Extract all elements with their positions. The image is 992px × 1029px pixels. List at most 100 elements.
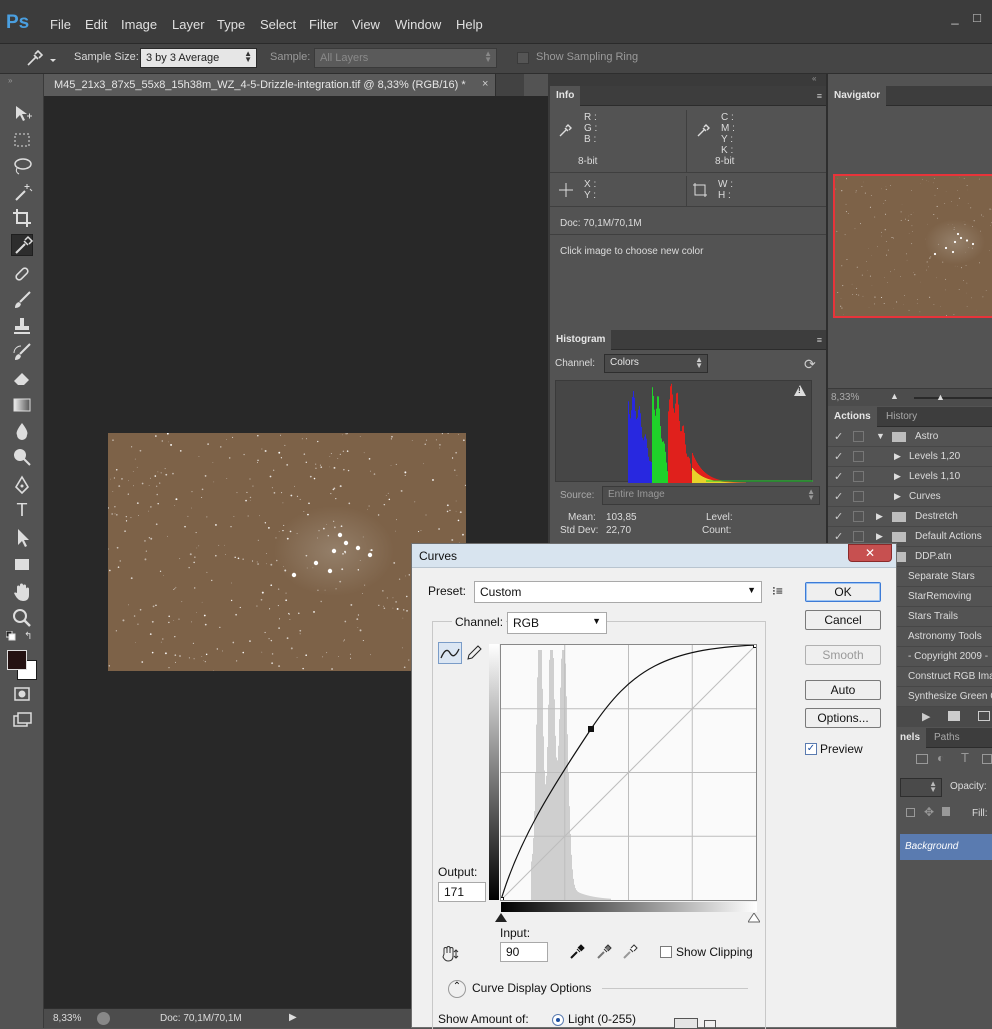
on-image-adjust-icon[interactable] [440, 944, 462, 967]
simple-grid-icon[interactable] [674, 1018, 698, 1029]
tab-paths[interactable]: Paths [928, 728, 966, 748]
histogram-source-select[interactable]: Entire Image ▲▼ [602, 486, 820, 505]
new-action-icon[interactable] [978, 711, 990, 721]
options-button[interactable]: Options... [805, 708, 881, 728]
curve-graph[interactable] [500, 644, 757, 901]
default-colors-icon[interactable] [6, 631, 16, 641]
histogram-channel-select[interactable]: Colors ▲▼ [604, 354, 708, 373]
type-tool-icon[interactable]: T [11, 500, 33, 522]
navigator-view-box[interactable] [833, 174, 992, 318]
menu-layer[interactable]: Layer [172, 17, 205, 32]
lock-pixels-icon[interactable] [906, 808, 915, 817]
minimize-button[interactable]: _ [944, 10, 966, 26]
expand-options-icon[interactable]: ⌃ [448, 980, 466, 998]
zoom-level[interactable]: 8,33% [53, 1013, 81, 1024]
dialog-toggle-icon[interactable] [853, 491, 864, 502]
healing-brush-tool-icon[interactable] [11, 263, 33, 285]
tab-navigator[interactable]: Navigator [828, 86, 886, 106]
magic-wand-tool-icon[interactable] [11, 181, 33, 203]
close-dialog-button[interactable]: ✕ [848, 544, 892, 562]
collapsed-arrow-icon[interactable]: ▶ [894, 451, 901, 462]
preset-options-icon[interactable]: ⁝≡ [772, 584, 783, 598]
dialog-toggle-icon[interactable] [853, 451, 864, 462]
blend-mode-select[interactable]: ▲▼ [900, 778, 942, 797]
action-enabled-icon[interactable]: ✓ [834, 510, 843, 523]
menu-select[interactable]: Select [260, 17, 296, 32]
cancel-button[interactable]: Cancel [805, 610, 881, 630]
filter-icon[interactable] [916, 754, 928, 764]
foreground-color-swatch[interactable] [7, 650, 27, 670]
hand-tool-icon[interactable] [11, 581, 33, 603]
collapsed-arrow-icon[interactable]: ▶ [876, 531, 883, 542]
tab-info[interactable]: Info [550, 86, 580, 106]
menu-filter[interactable]: Filter [309, 17, 338, 32]
action-row[interactable]: ✓▶Destretch [828, 507, 992, 527]
collapsed-arrow-icon[interactable]: ▶ [894, 471, 901, 482]
marquee-tool-icon[interactable] [11, 129, 33, 151]
navigator-zoom[interactable]: 8,33% [831, 392, 859, 403]
preview-checkbox[interactable]: ✓ [805, 743, 817, 755]
pen-tool-icon[interactable] [11, 474, 33, 496]
refresh-icon[interactable]: ⟳ [804, 356, 816, 373]
tab-histogram[interactable]: Histogram [550, 330, 611, 350]
collapsed-arrow-icon[interactable]: ▶ [876, 511, 883, 522]
dialog-toggle-icon[interactable] [853, 531, 864, 542]
panel-menu-icon[interactable]: ≡ [817, 335, 822, 345]
path-selection-tool-icon[interactable] [11, 526, 33, 548]
dialog-toggle-icon[interactable] [853, 511, 864, 522]
eyedropper-preset-icon[interactable] [24, 49, 58, 72]
maximize-button[interactable]: □ [966, 10, 988, 26]
curve-display-options[interactable]: Curve Display Options [472, 981, 591, 995]
output-field[interactable]: 171 [438, 882, 486, 902]
eyedropper-tool-icon[interactable] [11, 234, 33, 256]
crop-tool-icon[interactable] [11, 207, 33, 229]
status-arrow-icon[interactable]: ▶ [289, 1012, 297, 1023]
tab-actions[interactable]: Actions [828, 407, 877, 427]
shape-filter-icon[interactable] [982, 754, 992, 764]
zoom-out-icon[interactable]: ▲ [890, 391, 899, 401]
expanded-arrow-icon[interactable]: ▼ [876, 431, 885, 441]
document-tab[interactable]: M45_21x3_87x5_55x8_15h38m_WZ_4-5-Drizzle… [44, 74, 496, 96]
menu-window[interactable]: Window [395, 17, 441, 32]
action-enabled-icon[interactable]: ✓ [834, 490, 843, 503]
blur-tool-icon[interactable] [11, 420, 33, 442]
swap-colors-icon[interactable]: ↰ [24, 631, 32, 642]
black-point-slider[interactable] [495, 913, 507, 926]
ok-button[interactable]: OK [805, 582, 881, 602]
screen-mode-icon[interactable] [11, 710, 33, 732]
action-row[interactable]: ✓▶Levels 1,20 [828, 447, 992, 467]
folder-icon[interactable] [948, 711, 960, 721]
adjust-icon[interactable]: ◐ [937, 751, 944, 765]
zoom-slider-thumb[interactable]: ▲ [936, 392, 945, 402]
history-brush-tool-icon[interactable] [11, 341, 33, 363]
lock-position-icon[interactable]: ✥ [924, 805, 934, 819]
smooth-button[interactable]: Smooth [805, 645, 881, 665]
rectangle-tool-icon[interactable] [11, 553, 33, 575]
tab-channels[interactable]: nels [894, 728, 926, 748]
action-enabled-icon[interactable]: ✓ [834, 530, 843, 543]
lock-all-icon[interactable] [942, 807, 950, 816]
panel-menu-icon[interactable]: ≡ [817, 91, 822, 101]
white-eyedropper-icon[interactable] [622, 944, 638, 963]
menu-view[interactable]: View [352, 17, 380, 32]
sample-select[interactable]: All Layers ▲▼ [314, 48, 497, 68]
action-row[interactable]: ✓▶Levels 1,10 [828, 467, 992, 487]
show-clipping-checkbox[interactable] [660, 946, 672, 958]
zoom-tool-icon[interactable] [11, 607, 33, 629]
brush-tool-icon[interactable] [11, 289, 33, 311]
menu-edit[interactable]: Edit [85, 17, 107, 32]
layer-row-background[interactable]: Background [900, 834, 992, 860]
action-row[interactable]: ✓▶Curves [828, 487, 992, 507]
stamp-tool-icon[interactable] [11, 315, 33, 337]
channel-select[interactable]: RGB ▼ [507, 612, 607, 634]
action-enabled-icon[interactable]: ✓ [834, 450, 843, 463]
type-filter-icon[interactable]: T [961, 750, 969, 765]
black-eyedropper-icon[interactable] [569, 944, 585, 963]
action-enabled-icon[interactable]: ✓ [834, 470, 843, 483]
collapsed-arrow-icon[interactable]: ▶ [894, 491, 901, 502]
menu-type[interactable]: Type [217, 17, 245, 32]
menu-image[interactable]: Image [121, 17, 157, 32]
dialog-toggle-icon[interactable] [853, 431, 864, 442]
sample-size-select[interactable]: 3 by 3 Average ▲▼ [140, 48, 257, 68]
lasso-tool-icon[interactable] [11, 155, 33, 177]
